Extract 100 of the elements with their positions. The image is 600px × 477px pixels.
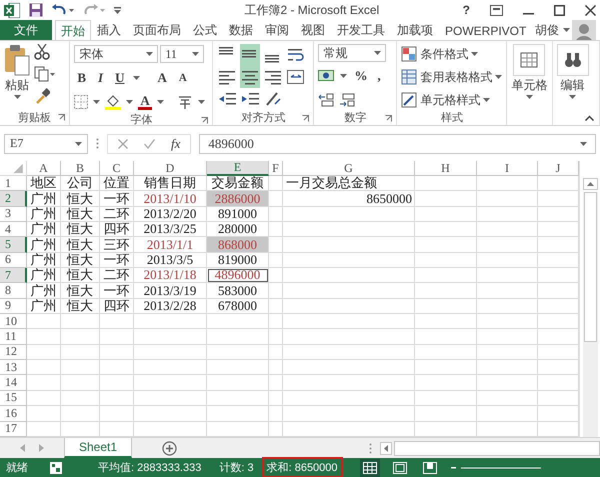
empty-cell[interactable] — [415, 375, 477, 391]
caret-icon[interactable] — [580, 142, 587, 146]
empty-cell[interactable] — [477, 252, 538, 268]
sheet-cell[interactable]: 广州 — [27, 298, 61, 314]
name-box[interactable]: E7 — [4, 134, 88, 154]
column-header[interactable]: B — [61, 161, 100, 176]
sheet-cell[interactable]: 恒大 — [61, 206, 100, 222]
sheet-cell[interactable]: 广州 — [27, 268, 61, 284]
comma-button[interactable]: , — [374, 68, 384, 84]
sheet-cell[interactable]: 891000 — [207, 206, 269, 222]
cell-style-icon[interactable] — [401, 92, 418, 108]
scroll-up-icon[interactable] — [582, 178, 598, 190]
align-middle-icon[interactable] — [240, 44, 260, 66]
caret-icon[interactable] — [192, 52, 200, 56]
column-header[interactable]: H — [415, 161, 477, 176]
excel-logo-icon[interactable] — [4, 2, 20, 18]
maximize-icon[interactable] — [554, 4, 565, 16]
shrink-font-button[interactable]: A — [176, 72, 190, 84]
caret-icon[interactable] — [526, 95, 533, 99]
sheet-cell[interactable]: 恒大 — [61, 298, 100, 314]
sheet-cell[interactable]: 一环 — [100, 283, 134, 299]
sheet-cell[interactable]: 四环 — [100, 222, 134, 238]
help-button[interactable]: ? — [462, 3, 470, 17]
column-header[interactable]: G — [283, 161, 415, 176]
sheet-cell[interactable]: 恒大 — [61, 268, 100, 284]
empty-cell[interactable] — [283, 360, 415, 376]
empty-cell[interactable] — [415, 390, 477, 406]
empty-cell[interactable] — [477, 237, 538, 253]
caret-icon[interactable] — [340, 74, 348, 78]
ribbon-tab[interactable]: 视图 — [295, 20, 331, 40]
caret-icon[interactable] — [198, 100, 205, 104]
check-icon[interactable] — [144, 138, 155, 148]
user-name[interactable]: 胡俊 — [535, 22, 559, 38]
empty-cell[interactable] — [269, 191, 283, 207]
column-header[interactable]: E — [207, 161, 269, 176]
file-tab[interactable]: 文件 — [0, 20, 52, 40]
style-menu-button[interactable]: 套用表格格式 — [420, 68, 492, 86]
sheet-cell[interactable]: 广州 — [27, 191, 61, 207]
empty-cell[interactable] — [134, 390, 207, 406]
sheet-cell[interactable]: 恒大 — [61, 222, 100, 238]
empty-cell[interactable] — [207, 390, 269, 406]
empty-cell[interactable] — [283, 222, 415, 238]
empty-cell[interactable] — [134, 406, 207, 422]
caret-icon[interactable] — [93, 100, 100, 104]
empty-cell[interactable] — [283, 206, 415, 222]
caret-icon[interactable] — [569, 95, 576, 99]
empty-cell[interactable] — [269, 375, 283, 391]
ribbon-tab[interactable]: 加载项 — [391, 20, 439, 40]
empty-cell[interactable] — [477, 375, 538, 391]
sheet-cell[interactable]: 二环 — [100, 206, 134, 222]
column-header[interactable]: I — [477, 161, 538, 176]
sheet-cell[interactable]: 恒大 — [61, 283, 100, 299]
empty-cell[interactable] — [269, 314, 283, 330]
caret-icon[interactable] — [133, 76, 140, 80]
empty-cell[interactable] — [415, 406, 477, 422]
empty-cell[interactable] — [100, 375, 134, 391]
row-header[interactable]: 14 — [0, 375, 27, 391]
empty-cell[interactable] — [477, 222, 538, 238]
empty-cell[interactable] — [477, 191, 538, 207]
empty-cell[interactable] — [415, 268, 477, 284]
ribbon-tab[interactable]: 公式 — [187, 20, 223, 40]
brush-icon[interactable] — [34, 88, 50, 104]
empty-cell[interactable] — [477, 314, 538, 330]
sheet-cell[interactable]: 销售日期 — [134, 176, 207, 192]
row-header[interactable]: 10 — [0, 314, 27, 330]
sheet-cell[interactable]: 一月交易总金额 — [283, 176, 415, 192]
cells-icon[interactable] — [519, 50, 540, 70]
sheet-cell[interactable]: 678000 — [207, 298, 269, 314]
empty-cell[interactable] — [269, 237, 283, 253]
editing-button[interactable]: 编辑 — [560, 77, 585, 94]
column-header[interactable]: A — [27, 161, 61, 176]
empty-cell[interactable] — [415, 329, 477, 345]
column-header[interactable]: F — [269, 161, 283, 176]
empty-cell[interactable] — [283, 314, 415, 330]
empty-cell[interactable] — [415, 283, 477, 299]
row-header[interactable]: 8 — [0, 283, 27, 299]
redo-icon[interactable] — [83, 4, 105, 16]
sheet-cell[interactable]: 恒大 — [61, 191, 100, 207]
sheet-tab[interactable]: Sheet1 — [64, 438, 132, 458]
sheet-cell[interactable]: 583000 — [207, 283, 269, 299]
row-header[interactable]: 3 — [0, 206, 27, 222]
empty-cell[interactable] — [477, 206, 538, 222]
caret-icon[interactable] — [156, 100, 164, 104]
empty-cell[interactable] — [477, 298, 538, 314]
empty-cell[interactable] — [100, 314, 134, 330]
sheet-cell[interactable]: 广州 — [27, 222, 61, 238]
number-format-field[interactable]: 常规 — [318, 44, 386, 62]
empty-cell[interactable] — [477, 329, 538, 345]
empty-cell[interactable] — [134, 360, 207, 376]
cells-button[interactable]: 单元格 — [511, 77, 548, 94]
empty-cell[interactable] — [100, 344, 134, 360]
empty-cell[interactable] — [477, 283, 538, 299]
dialog-launcher-icon[interactable] — [302, 115, 310, 122]
copy-icon[interactable] — [34, 66, 56, 82]
underline-button[interactable]: U — [112, 70, 128, 86]
scroll-left-icon[interactable] — [20, 444, 25, 452]
empty-cell[interactable] — [477, 406, 538, 422]
splitter-icon[interactable] — [96, 138, 99, 149]
empty-cell[interactable] — [477, 390, 538, 406]
ribbon-tab[interactable]: 插入 — [91, 20, 127, 40]
